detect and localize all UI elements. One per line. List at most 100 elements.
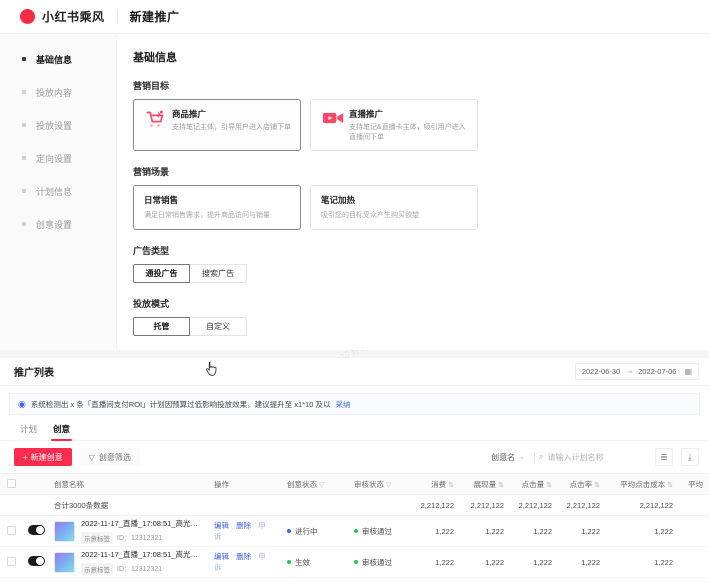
creative-name: 2022-11-17_直播_17:08:51_高光快... [81, 519, 202, 528]
scene-option-daily-sales[interactable]: 日常销售 满足日常销售需求，提升商品访问与销量 [133, 185, 301, 230]
column-header-cost[interactable]: 消费 ⇅ [410, 473, 460, 495]
tab-creative[interactable]: 创意 [51, 423, 73, 441]
edit-button[interactable]: 编辑 [214, 521, 229, 530]
column-header-audit-status[interactable]: 审核状态 ▽ [348, 473, 410, 495]
status-badge: 示意标签 [81, 563, 113, 575]
column-header-cpc[interactable]: 平均点击成本 ⇅ [606, 473, 679, 495]
sort-icon[interactable]: ⇅ [594, 482, 600, 489]
column-label: 创意名称 [54, 479, 84, 489]
calendar-icon: ▦ [684, 367, 692, 376]
creative-meta: 示意标签 ID：12312321 [81, 563, 202, 575]
ad-type-label: 广告类型 [133, 246, 170, 256]
ad-type-option-broad[interactable]: 通投广告 [133, 264, 190, 283]
column-header-ctr[interactable]: 点击率 ⇅ [558, 473, 606, 495]
delivery-mode-option-custom[interactable]: 自定义 [190, 317, 247, 336]
goal-option-product-promotion[interactable]: 商品推广 支持笔记主体，引导用户进入店铺下单 [133, 99, 301, 151]
search-field-select[interactable]: 创意名 ⌄ [486, 448, 530, 466]
sort-icon[interactable]: ⇅ [546, 482, 552, 489]
live-video-icon [320, 108, 346, 126]
row-enable-toggle[interactable] [28, 525, 45, 535]
column-label: 操作 [214, 479, 229, 489]
goal-option-name: 商品推广 [172, 109, 207, 119]
column-label: 平均点击成本 [620, 479, 666, 489]
summary-spacer [22, 494, 48, 516]
sidebar-item-targeting-settings[interactable]: 定向设置 [0, 145, 116, 171]
column-label: 平均 [688, 479, 703, 489]
marketing-goal-options: 商品推广 支持笔记主体，引导用户进入店铺下单 直播推广 支持笔记&直播卡主体，吸… [129, 99, 691, 151]
row-checkbox[interactable] [6, 525, 16, 535]
sidebar-item-basic-info[interactable]: 基础信息 [0, 46, 116, 72]
creative-thumbnail[interactable] [54, 551, 75, 573]
notice-text: 系统检测出 x 条「直播间支付ROI」计划因预算过低影响投放效果，建议提升至 x… [30, 399, 331, 409]
ad-type-option-search[interactable]: 搜索广告 [190, 264, 247, 283]
app-titlebar: 小红书乘风 新建推广 [0, 0, 709, 34]
search-input[interactable]: ⌕ 请输入计划名称 [539, 448, 647, 466]
select-all-checkbox[interactable] [6, 478, 16, 488]
goal-option-text: 商品推广 支持笔记主体，引导用户进入店铺下单 [169, 108, 291, 133]
list-toolbar: + 新建创意 ▽ 创意筛选 创意名 ⌄ ⌕ 请输入计划名称 ≣ ⤓ [0, 441, 709, 473]
status-dot-icon [354, 560, 358, 564]
creative-name-text: 2022-11-17_直播_17:08:51_高光快... 示意标签 ID：12… [81, 518, 202, 544]
row-impression: 1,222 [460, 515, 510, 547]
creative-filter-button[interactable]: ▽ 创意筛选 [79, 448, 140, 466]
table-row[interactable]: 2022-11-17_直播_17:08:51_高光快... 示意标签 ID：12… [0, 546, 709, 578]
row-actions-cell: 编辑 删除 申诉 [208, 546, 281, 578]
creative-thumbnail[interactable] [54, 520, 75, 542]
creative-name-text: 2022-11-17_直播_17:08:51_高光快... 示意标签 ID：12… [81, 549, 202, 575]
table-row[interactable]: 2022-11-17_直播_17:08:51_高光快... 示意标签 ID：12… [0, 515, 709, 547]
create-creative-button[interactable]: + 新建创意 [14, 448, 72, 466]
column-header-avg-truncated[interactable]: 平均 [679, 473, 709, 495]
search-field-label: 创意名 [491, 452, 516, 462]
row-checkbox[interactable] [6, 556, 16, 566]
row-enable-toggle[interactable] [28, 556, 45, 566]
audit-status-label: 审核通过 [362, 526, 392, 536]
select-all-header [0, 473, 22, 495]
column-header-creative-name[interactable]: 创意名称 [48, 473, 208, 495]
creative-status-label: 生效 [295, 557, 310, 567]
export-icon[interactable]: ⤓ [681, 448, 699, 466]
column-settings-icon[interactable]: ≣ [655, 448, 673, 466]
creative-meta: 示意标签 ID：12312321 [81, 532, 202, 544]
delete-button[interactable]: 删除 [236, 521, 251, 530]
sidebar-item-label: 基础信息 [36, 54, 73, 65]
column-header-clicks[interactable]: 点击量 ⇅ [510, 473, 558, 495]
scene-option-note-boost[interactable]: 笔记加热 吸引您的目标受众产生购买欲望 [310, 185, 478, 230]
filter-icon[interactable]: ▽ [319, 482, 324, 489]
sort-icon[interactable]: ⇅ [448, 482, 454, 489]
app-root: 一切有可能 一切有可能 一切有可能 一切有可能 一切有可能 一切有可能 一切有可… [0, 0, 709, 586]
creative-filter-label: 创意筛选 [98, 452, 131, 462]
title-divider [116, 9, 118, 24]
notice-accept-link[interactable]: 采纳 [335, 399, 350, 410]
sidebar-item-label: 计划信息 [36, 186, 73, 197]
brand-logo-icon [20, 9, 35, 24]
step-bullet-icon [22, 156, 26, 160]
goal-option-live-promotion[interactable]: 直播推广 支持笔记&直播卡主体，吸引用户进入直播间下单 [310, 99, 478, 151]
delivery-mode-option-managed[interactable]: 托管 [133, 317, 190, 336]
status-badge: 示意标签 [81, 532, 113, 544]
sidebar-item-delivery-settings[interactable]: 投放设置 [0, 112, 116, 138]
filter-icon[interactable]: ▽ [386, 482, 391, 489]
sort-icon[interactable]: ⇅ [667, 482, 673, 489]
ad-type-segmented-control: 通投广告 搜索广告 [133, 264, 691, 283]
list-tabs: 计划 创意 [0, 415, 709, 441]
column-label: 创意状态 [287, 479, 317, 489]
sort-icon[interactable]: ⇅ [498, 482, 504, 489]
sidebar-item-plan-info[interactable]: 计划信息 [0, 178, 116, 204]
edit-button[interactable]: 编辑 [214, 552, 229, 561]
tab-plan[interactable]: 计划 [20, 423, 37, 440]
column-header-creative-status[interactable]: 创意状态 ▽ [281, 473, 348, 495]
delete-button[interactable]: 删除 [236, 552, 251, 561]
column-header-impression[interactable]: 展现量 ⇅ [460, 473, 510, 495]
sidebar-item-creative-settings[interactable]: 创意设置 [0, 211, 116, 237]
search-group: 创意名 ⌄ ⌕ 请输入计划名称 [486, 448, 647, 466]
column-label: 审核状态 [354, 479, 384, 489]
search-placeholder: 请输入计划名称 [547, 452, 604, 462]
summary-empty [679, 494, 709, 516]
summary-ctr: 2,212,122 [558, 494, 606, 516]
creative-name-block: 2022-11-17_直播_17:08:51_高光快... 示意标签 ID：12… [54, 518, 202, 544]
row-creative-status-cell: 生效 [281, 546, 348, 578]
date-range-picker[interactable]: 2022-06-30 ⇥ 2022-07-06 ▦ [574, 363, 699, 380]
step-bullet-icon [22, 90, 26, 94]
sidebar-item-delivery-content[interactable]: 投放内容 [0, 79, 116, 105]
summary-empty [208, 494, 281, 516]
